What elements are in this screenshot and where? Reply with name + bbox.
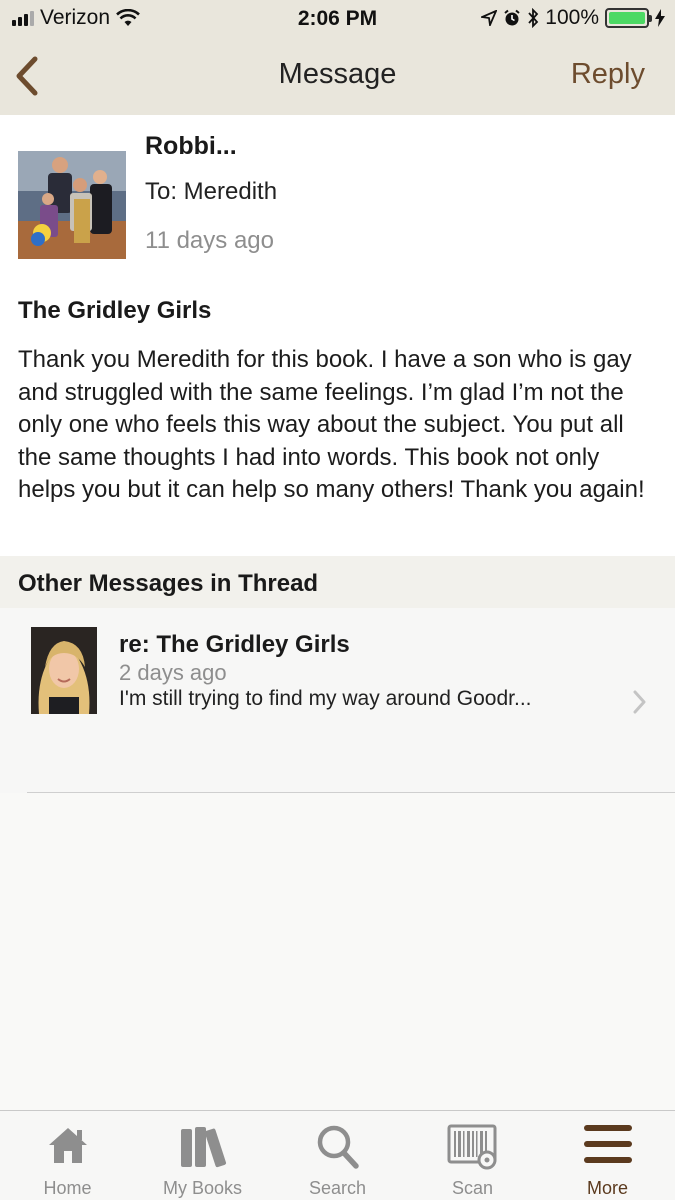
barcode-scan-icon	[447, 1124, 496, 1170]
sent-time: 11 days ago	[145, 227, 274, 254]
menu-icon	[583, 1125, 632, 1163]
chevron-right-icon	[633, 690, 646, 714]
sender-name[interactable]: Robbi...	[145, 132, 237, 161]
tab-label-scan: Scan	[451, 1178, 494, 1198]
recipient-line: To: Meredith	[145, 178, 278, 205]
reply-button[interactable]: Reply	[571, 58, 645, 91]
thread-header-label: Other Messages in Thread	[18, 570, 319, 597]
home-icon	[48, 1128, 87, 1163]
books-icon	[180, 1127, 226, 1168]
battery-percent: 100%	[545, 6, 599, 29]
tab-home[interactable]: Home	[0, 1111, 135, 1200]
location-arrow-icon	[481, 10, 498, 26]
tab-label-my-books: My Books	[162, 1178, 243, 1198]
message-subject: The Gridley Girls	[18, 297, 212, 324]
tab-label-search: Search	[308, 1178, 367, 1198]
status-bar: Verizon 2:06 PM 100%	[0, 0, 675, 38]
navigation-bar: Message Reply	[0, 38, 675, 115]
charging-bolt-icon	[655, 9, 665, 27]
status-right: 100%	[481, 6, 665, 30]
bluetooth-icon	[528, 8, 539, 28]
thread-item-title: re: The Gridley Girls	[119, 631, 350, 658]
tab-my-books[interactable]: My Books	[135, 1111, 270, 1200]
thread-avatar	[31, 627, 97, 714]
tab-label-more: More	[586, 1178, 628, 1198]
thread-section-header: Other Messages in Thread	[0, 556, 675, 608]
thread-item-time: 2 days ago	[119, 660, 227, 685]
tab-bar: Home My Books Search Scan More	[0, 1110, 675, 1200]
divider	[27, 792, 675, 793]
tab-scan[interactable]: Scan	[405, 1111, 540, 1200]
search-icon	[317, 1125, 359, 1169]
tab-search[interactable]: Search	[270, 1111, 405, 1200]
tab-label-home: Home	[43, 1178, 92, 1198]
sender-avatar[interactable]	[18, 151, 126, 259]
thread-list-item[interactable]: re: The Gridley Girls 2 days ago I'm sti…	[0, 608, 675, 793]
message-body: Thank you Meredith for this book. I have…	[18, 346, 645, 503]
alarm-clock-icon	[504, 9, 520, 26]
tab-more[interactable]: More	[540, 1111, 675, 1200]
battery-level	[609, 12, 645, 24]
thread-item-snippet: I'm still trying to find my way around G…	[119, 687, 532, 710]
message-card: Robbi... To: Meredith 11 days ago The Gr…	[0, 115, 675, 556]
battery-icon	[605, 8, 652, 28]
